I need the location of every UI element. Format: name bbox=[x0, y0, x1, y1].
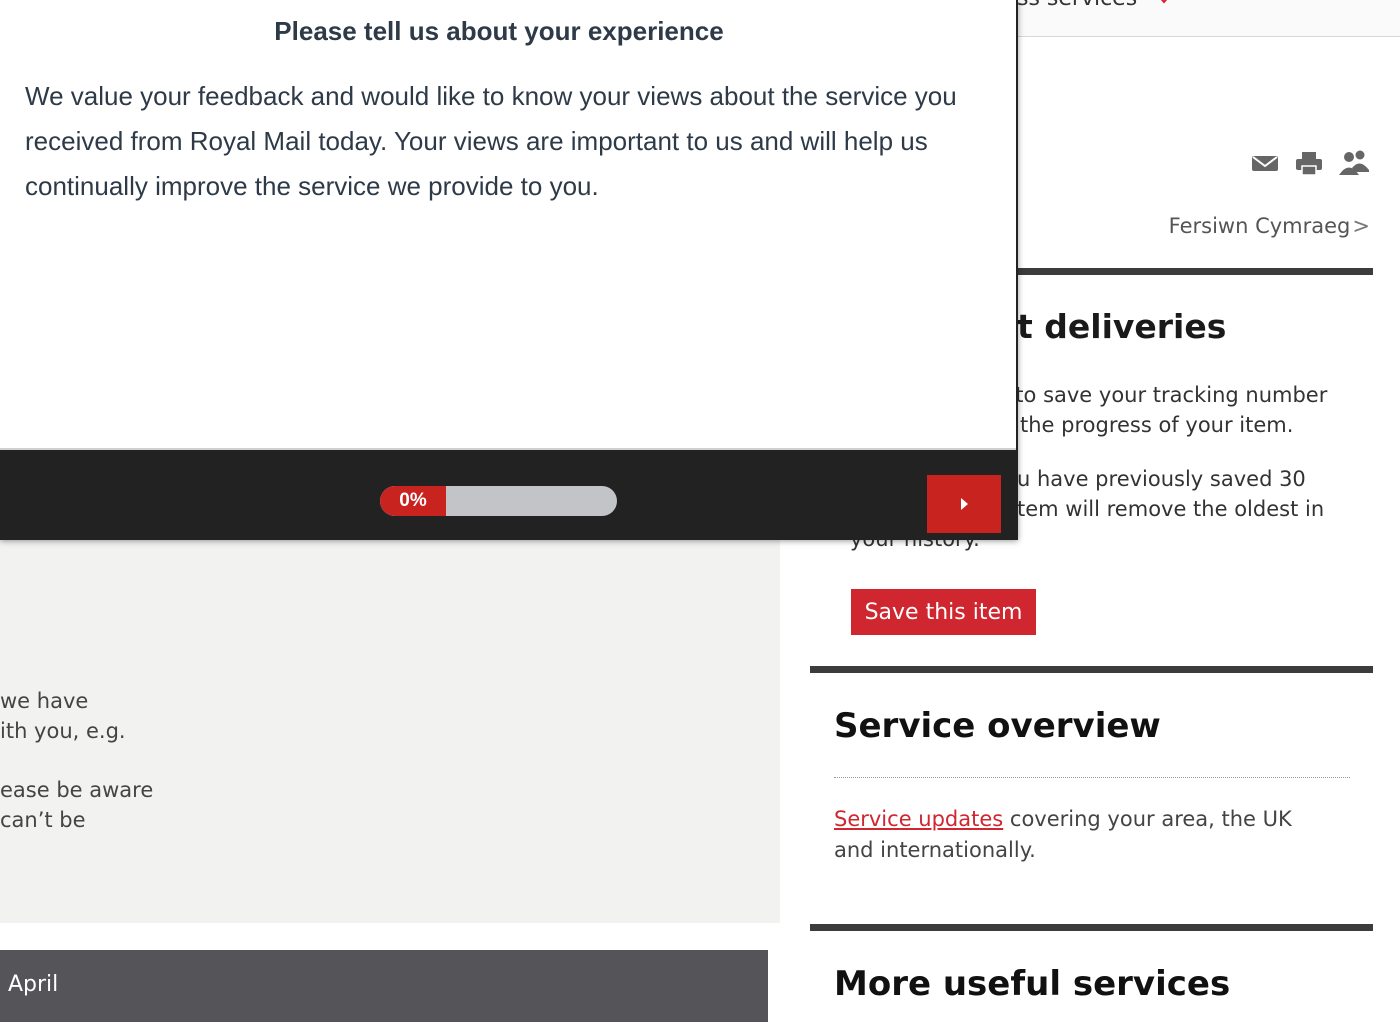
more-services-heading: More useful services bbox=[834, 964, 1231, 1004]
nav-item-business-services[interactable]: ss services bbox=[1017, 0, 1137, 11]
progress-fill: 0% bbox=[380, 486, 446, 516]
survey-footer: 0% bbox=[0, 448, 1016, 540]
left-text-line: ith you, e.g. bbox=[0, 719, 126, 743]
left-text-line: we have bbox=[0, 689, 89, 713]
save-item-button[interactable]: Save this item bbox=[851, 589, 1036, 635]
people-icon[interactable] bbox=[1338, 148, 1369, 178]
tracking-text-line: the progress of your item. bbox=[1020, 413, 1294, 437]
next-arrow-icon bbox=[961, 498, 968, 510]
left-text-line: can’t be bbox=[0, 808, 86, 832]
tracking-heading: t deliveries bbox=[1017, 307, 1227, 346]
service-updates-link[interactable]: Service updates bbox=[834, 807, 1003, 831]
feedback-survey-dialog: Please tell us about your experience We … bbox=[0, 0, 1018, 540]
left-text-line: ease be aware bbox=[0, 778, 154, 802]
chevron-down-icon[interactable] bbox=[1157, 0, 1171, 9]
left-panel-text: we have ith you, e.g. ease be aware can’… bbox=[0, 686, 153, 864]
welsh-version-link[interactable]: Fersiwn Cymraeg> bbox=[1169, 214, 1370, 238]
month-label: April bbox=[8, 972, 59, 997]
tracking-text-line: r to save your tracking number bbox=[1000, 383, 1328, 407]
service-overview-heading: Service overview bbox=[834, 706, 1161, 746]
next-page-button[interactable] bbox=[927, 475, 1001, 533]
section-divider bbox=[810, 924, 1373, 931]
share-toolbar bbox=[1250, 148, 1369, 178]
dotted-divider bbox=[834, 777, 1350, 778]
welsh-link-label: Fersiwn Cymraeg bbox=[1168, 214, 1351, 238]
chevron-right-icon: > bbox=[1352, 214, 1370, 238]
print-icon[interactable] bbox=[1294, 148, 1324, 178]
survey-title: Please tell us about your experience bbox=[274, 16, 724, 46]
email-icon[interactable] bbox=[1250, 148, 1280, 178]
month-accordion-header[interactable]: April bbox=[0, 950, 768, 1022]
survey-progress-bar: 0% bbox=[380, 486, 617, 516]
top-navigation: ss services bbox=[1017, 0, 1400, 37]
survey-intro-text: We value your feedback and would like to… bbox=[25, 81, 957, 201]
service-overview-text: Service updates covering your area, the … bbox=[834, 804, 1334, 866]
section-divider bbox=[810, 666, 1373, 673]
